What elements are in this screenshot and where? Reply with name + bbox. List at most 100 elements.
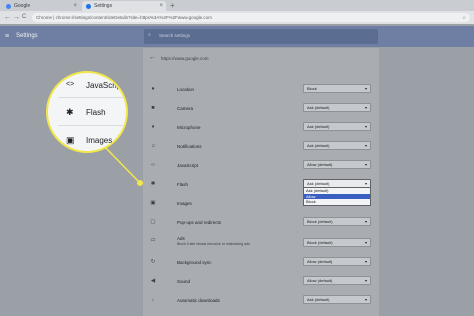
- sound-select[interactable]: Allow (default) ▾: [303, 276, 371, 285]
- permission-sublabel: Block if site shows intrusive or mislead…: [177, 242, 250, 246]
- automatic-downloads-select[interactable]: Ask (default) ▾: [303, 295, 371, 304]
- page-title: Settings: [16, 33, 38, 39]
- permission-label: Pop-ups and redirects: [177, 220, 222, 225]
- back-icon[interactable]: ←: [4, 12, 11, 23]
- chevron-down-icon: ▾: [364, 86, 367, 91]
- settings-header: ≡ Settings ⌕ Search settings: [0, 26, 474, 47]
- select-value: Ask (default): [307, 124, 330, 129]
- permission-row-background-sync: ↻ Background sync Allow (default) ▾: [143, 254, 379, 270]
- new-tab-button[interactable]: +: [170, 0, 175, 11]
- code-icon: <>: [66, 81, 75, 88]
- camera-select[interactable]: Ask (default) ▾: [303, 103, 371, 112]
- back-arrow-icon[interactable]: ←: [149, 54, 156, 61]
- microphone-icon: ♦: [151, 124, 155, 130]
- magnifier-callout: <> JavaScript ✱ Flash ▣ Images: [46, 71, 128, 153]
- flash-dropdown-menu: Ask (default) Allow Block: [303, 187, 371, 206]
- chevron-down-icon: ▾: [364, 124, 367, 129]
- chevron-down-icon: ▾: [364, 162, 367, 167]
- tab-settings[interactable]: Settings ×: [82, 1, 166, 11]
- select-value: Allow (default): [307, 278, 333, 283]
- magnified-row-flash: ✱ Flash: [48, 103, 126, 125]
- reload-icon[interactable]: C: [22, 12, 26, 23]
- tab-label: Settings: [94, 3, 113, 9]
- tab-google[interactable]: Google ×: [2, 1, 80, 11]
- image-icon: ▣: [150, 200, 156, 206]
- permission-row-ads: ▭ Ads Block if site shows intrusive or m…: [143, 233, 379, 251]
- magnified-label: JavaScript: [86, 81, 124, 90]
- image-icon: ▣: [66, 135, 75, 145]
- permission-label: Flash: [177, 182, 189, 187]
- chevron-down-icon: ▾: [364, 181, 367, 186]
- permission-row-microphone: ♦ Microphone Ask (default) ▾: [143, 119, 379, 135]
- chevron-down-icon: ▾: [364, 143, 367, 148]
- site-header: ← https://www.google.com: [143, 52, 379, 66]
- select-value: Ask (default): [307, 105, 330, 110]
- popup-icon: ▢: [150, 219, 156, 225]
- dropdown-option-block[interactable]: Block: [304, 199, 370, 205]
- ads-select[interactable]: Block (default) ▾: [303, 238, 371, 247]
- permission-label: Camera: [177, 106, 194, 111]
- select-value: Allow (default): [307, 259, 333, 264]
- permission-label: Microphone: [177, 125, 201, 130]
- permission-label: JavaScript: [177, 163, 199, 168]
- sound-icon: ◀: [150, 278, 156, 284]
- select-value: Ask (default): [307, 181, 330, 186]
- camera-icon: ■: [151, 105, 155, 111]
- magnified-row-javascript: <> JavaScript: [48, 77, 126, 99]
- menu-icon[interactable]: ≡: [5, 32, 9, 41]
- tab-label: Google: [14, 3, 31, 9]
- forward-icon[interactable]: →: [13, 12, 20, 23]
- permission-label: Ads: [177, 236, 185, 241]
- chevron-down-icon: ▾: [364, 240, 367, 245]
- background-sync-select[interactable]: Allow (default) ▾: [303, 257, 371, 266]
- permission-label: Location: [177, 87, 195, 92]
- permission-row-automatic-downloads: ↓ Automatic downloads Ask (default) ▾: [143, 292, 379, 308]
- location-icon: ●: [151, 86, 155, 92]
- magnifier-divider: [58, 97, 126, 98]
- select-value: Block: [307, 86, 317, 91]
- chevron-down-icon: ▾: [364, 278, 367, 283]
- permission-label: Sound: [177, 279, 191, 284]
- permission-row-location: ● Location Block ▾: [143, 81, 379, 97]
- star-icon[interactable]: ☆: [462, 13, 466, 22]
- permission-row-popups: ▢ Pop-ups and redirects Block (default) ▾: [143, 214, 379, 230]
- magnified-label: Flash: [86, 108, 106, 117]
- puzzle-icon: ✱: [66, 107, 74, 117]
- permission-label: Images: [177, 201, 192, 206]
- select-value: Allow (default): [307, 162, 333, 167]
- location-select[interactable]: Block ▾: [303, 84, 371, 93]
- permission-row-javascript: ‹› JavaScript Allow (default) ▾: [143, 157, 379, 173]
- code-icon: ‹›: [151, 162, 155, 168]
- site-url: https://www.google.com: [161, 56, 209, 61]
- callout-dot: [137, 180, 143, 186]
- search-input[interactable]: ⌕ Search settings: [144, 29, 378, 44]
- permission-label: Notifications: [177, 144, 202, 149]
- select-value: Block (default): [307, 219, 333, 224]
- bell-icon: ♫: [150, 143, 156, 149]
- chevron-down-icon: ▾: [364, 259, 367, 264]
- permission-row-notifications: ♫ Notifications Ask (default) ▾: [143, 138, 379, 154]
- address-text: Chrome | chrome://settings/content/siteD…: [36, 15, 212, 20]
- select-value: Ask (default): [307, 143, 330, 148]
- tab-strip: Google × Settings × +: [0, 0, 474, 11]
- popups-select[interactable]: Block (default) ▾: [303, 217, 371, 226]
- ads-icon: ▭: [150, 237, 156, 243]
- javascript-select[interactable]: Allow (default) ▾: [303, 160, 371, 169]
- permission-label: Background sync: [177, 260, 212, 265]
- chevron-down-icon: ▾: [364, 219, 367, 224]
- permission-row-sound: ◀ Sound Allow (default) ▾: [143, 273, 379, 289]
- magnified-row-images: ▣ Images: [48, 131, 126, 151]
- site-details-card: ← https://www.google.com ● Location Bloc…: [143, 48, 379, 316]
- search-icon: ⌕: [148, 32, 151, 38]
- magnified-label: Images: [86, 136, 113, 145]
- close-tab-icon[interactable]: ×: [73, 1, 77, 11]
- permission-label: Automatic downloads: [177, 298, 220, 303]
- settings-favicon-icon: [86, 4, 91, 9]
- download-icon: ↓: [151, 297, 155, 303]
- chevron-down-icon: ▾: [364, 105, 367, 110]
- notifications-select[interactable]: Ask (default) ▾: [303, 141, 371, 150]
- microphone-select[interactable]: Ask (default) ▾: [303, 122, 371, 131]
- select-value: Block (default): [307, 240, 333, 245]
- address-bar[interactable]: Chrome | chrome://settings/content/siteD…: [32, 13, 470, 22]
- close-tab-icon[interactable]: ×: [159, 1, 163, 11]
